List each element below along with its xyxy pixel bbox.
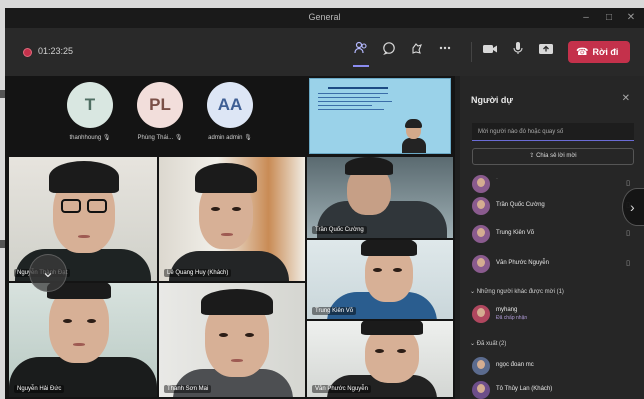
participant-avatar-tile[interactable]: T thanhhoung 🎙 — [55, 82, 125, 141]
video-tile[interactable]: Nguyễn Hải Đức — [9, 283, 157, 397]
participant-status: Đã chấp nhận — [496, 315, 528, 321]
share-invite-label: Chia sẻ lời mời — [536, 153, 577, 159]
reactions-icon[interactable] — [407, 41, 427, 61]
avatar: PL — [137, 82, 183, 128]
chevron-down-icon: ⌄ — [470, 341, 476, 347]
participant-row[interactable]: Trần Quốc Cường ▯ — [472, 196, 640, 218]
avatar — [472, 381, 490, 399]
leave-label: Rời đi — [592, 47, 619, 57]
participant-row[interactable]: Trung Kiên Võ ▯ — [472, 224, 640, 246]
avatar-name: admin admin 🎙 — [208, 135, 252, 141]
background-edge — [0, 90, 5, 98]
panel-title: Người dự — [471, 95, 513, 105]
recording-icon — [23, 48, 32, 57]
mic-off-icon: ▯ — [626, 260, 630, 267]
mic-off-icon: 🎙 — [244, 135, 252, 141]
video-tile[interactable]: Văn Phước Nguyễn — [307, 321, 453, 397]
share-link-icon: ⇪ — [529, 153, 535, 159]
avatar — [472, 305, 490, 323]
meeting-timer: 01:23:25 — [38, 46, 74, 56]
participant-name: ngọc đoan mc — [496, 362, 534, 368]
participant-name: Trần Quốc Cường — [496, 202, 545, 208]
section-others-header[interactable]: ⌄ Những người khác được mời (1) — [470, 288, 564, 295]
chevron-down-icon: ⌄ — [470, 289, 476, 295]
mic-off-icon: 🎙 — [102, 135, 111, 141]
video-tile[interactable]: Thanh Sơn Mai — [159, 283, 305, 397]
phone-hangup-icon: ☎ — [576, 47, 589, 58]
participants-icon[interactable] — [351, 41, 371, 61]
participant-avatar-tile[interactable]: PL Phùng Thái... 🎙 — [125, 82, 195, 141]
absent-participant-row[interactable]: Tô Thủy Lan (Khách) — [472, 380, 640, 399]
avatar-name: thanhhoung 🎙 — [69, 135, 111, 141]
chevron-down-icon[interactable]: ⌄ — [29, 254, 67, 292]
participant-name: myhang — [496, 307, 518, 313]
tile-name-label: Nguyễn Hải Đức — [14, 385, 65, 393]
participant-name: Văn Phước Nguyễn — [496, 260, 549, 266]
screen-share-tile[interactable] — [309, 78, 451, 154]
participant-row[interactable]: · ▯ — [472, 174, 640, 196]
avatar-name: Phùng Thái... 🎙 — [137, 135, 183, 141]
absent-participant-row[interactable]: ngọc đoan mc — [472, 356, 640, 378]
participant-name: Trung Kiên Võ — [496, 230, 535, 236]
leave-button[interactable]: ☎ Rời đi — [568, 41, 630, 63]
invited-participant-row[interactable]: myhang Đã chấp nhận — [472, 304, 640, 326]
tile-name-label: Trung Kiên Võ — [312, 307, 357, 315]
video-tile[interactable]: Lê Quang Huy (Khách) — [159, 157, 305, 281]
avatar: AA — [207, 82, 253, 128]
tile-name-label: Thanh Sơn Mai — [164, 385, 212, 393]
avatar: T — [67, 82, 113, 128]
participants-panel: Người dự ✕ Mời người nào đó hoặc quay số… — [460, 76, 644, 399]
share-screen-icon[interactable] — [536, 41, 556, 61]
mic-off-icon: ▯ — [626, 230, 630, 237]
invite-search-input[interactable]: Mời người nào đó hoặc quay số — [472, 123, 634, 141]
tile-name-label: Lê Quang Huy (Khách) — [164, 269, 232, 277]
video-tile[interactable]: Trung Kiên Võ — [307, 240, 453, 319]
participant-name: · — [496, 176, 498, 182]
avatar — [472, 255, 490, 273]
presenter-video — [402, 119, 426, 153]
more-icon[interactable] — [435, 41, 455, 61]
participant-avatar-tile[interactable]: AA admin admin 🎙 — [195, 82, 265, 141]
tile-name-label: Văn Phước Nguyễn — [312, 385, 371, 393]
video-tile[interactable]: Trần Quốc Cường — [307, 157, 453, 238]
avatar — [472, 197, 490, 215]
mic-off-icon: ▯ — [626, 180, 630, 187]
participants-active-indicator — [353, 65, 369, 67]
maximize-button[interactable]: □ — [601, 11, 617, 25]
chevron-right-icon[interactable]: › — [622, 188, 644, 226]
video-stage: T thanhhoung 🎙 PL Phùng Thái... 🎙 AA adm… — [5, 76, 455, 399]
chat-icon[interactable] — [379, 41, 399, 61]
background-edge — [0, 240, 5, 248]
toolbar-divider — [471, 42, 472, 62]
meeting-toolbar: 01:23:25 ☎ Rời đi — [5, 28, 644, 76]
tile-name-label: Trần Quốc Cường — [312, 226, 367, 234]
participant-row[interactable]: Văn Phước Nguyễn ▯ — [472, 254, 640, 276]
section-absent-header[interactable]: ⌄ Đã xuất (2) — [470, 340, 506, 347]
window-title: General — [308, 12, 341, 22]
title-bar: General – □ ✕ — [5, 8, 644, 28]
avatar — [472, 175, 490, 193]
minimize-button[interactable]: – — [578, 11, 594, 25]
shared-slide-image — [318, 85, 404, 131]
avatar — [472, 357, 490, 375]
close-icon[interactable]: ✕ — [622, 93, 630, 104]
mic-off-icon: 🎙 — [174, 135, 183, 141]
share-invite-button[interactable]: ⇪ Chia sẻ lời mời — [472, 148, 634, 165]
participant-name: Tô Thủy Lan (Khách) — [496, 386, 553, 392]
avatar — [472, 225, 490, 243]
teams-window: General – □ ✕ 01:23:25 ☎ Rời đi T thanhh… — [5, 8, 644, 399]
close-window-button[interactable]: ✕ — [623, 11, 639, 25]
camera-icon[interactable] — [480, 41, 500, 61]
mic-icon[interactable] — [508, 41, 528, 61]
